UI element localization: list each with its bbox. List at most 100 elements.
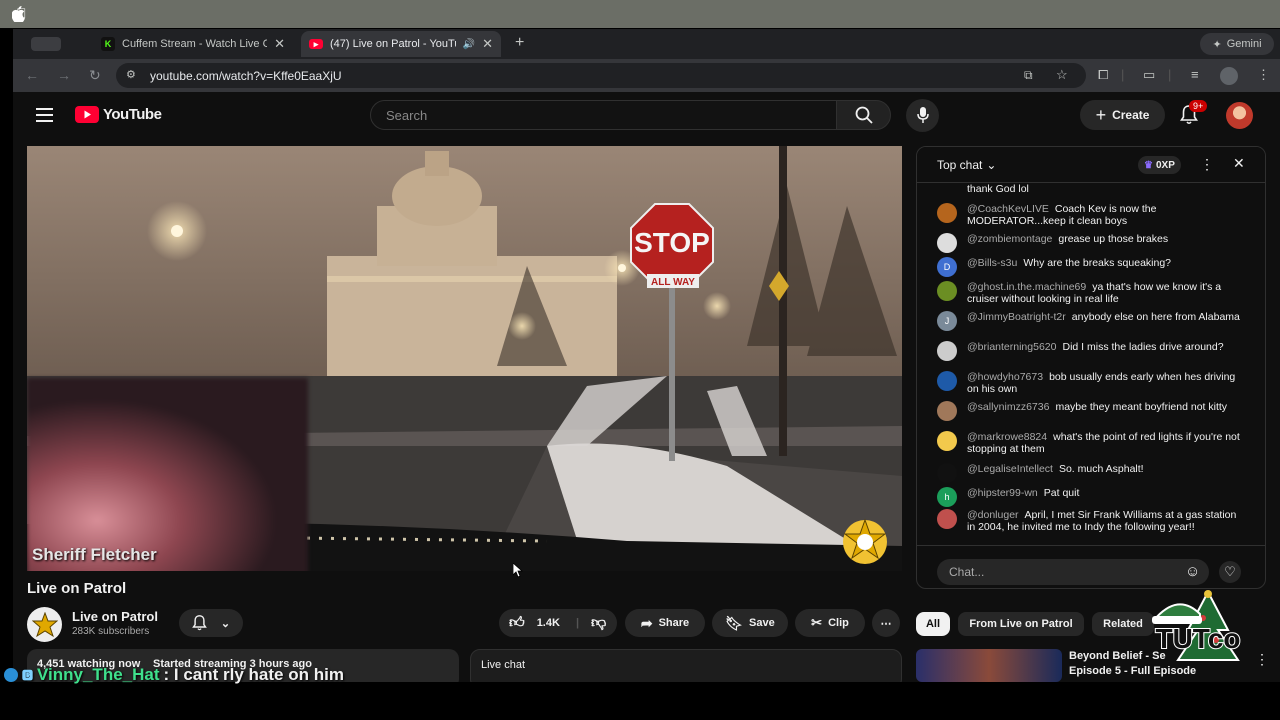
youtube-favicon-icon: ▸: [309, 39, 323, 49]
close-tab-icon[interactable]: ✕: [482, 36, 493, 52]
apple-logo-icon[interactable]: [12, 6, 26, 22]
chat-more-icon[interactable]: ⋮: [1200, 156, 1214, 173]
profile-avatar[interactable]: [1220, 67, 1238, 85]
user-avatar[interactable]: [937, 431, 957, 451]
chat-username[interactable]: @ghost.in.the.machine69: [967, 281, 1086, 293]
hamburger-menu-icon[interactable]: [36, 108, 53, 122]
recommended-video-subtitle[interactable]: Episode 5 - Full Episode: [1069, 665, 1196, 677]
voice-search-button[interactable]: [906, 99, 939, 132]
address-bar[interactable]: ⚙ youtube.com/watch?v=Kffe0EaaXjU ⧉ ☆: [116, 63, 1086, 88]
reading-list-icon[interactable]: ≡: [1191, 67, 1199, 82]
chat-header: Top chat ⌄ ♛ 0XP ⋮ ✕: [917, 147, 1265, 183]
user-avatar[interactable]: [937, 233, 957, 253]
close-chat-icon[interactable]: ✕: [1233, 155, 1245, 172]
user-avatar[interactable]: [937, 341, 957, 361]
crown-icon: ♛: [1144, 159, 1153, 171]
youtube-logo-text: YouTube: [103, 106, 162, 123]
chat-username[interactable]: @Bills-s3u: [967, 257, 1017, 269]
chat-username[interactable]: @LegaliseIntellect: [967, 463, 1053, 475]
notification-bell-button[interactable]: ⌄: [179, 609, 243, 637]
reload-icon[interactable]: ↻: [89, 67, 101, 84]
user-avatar[interactable]: [937, 401, 957, 421]
extensions-icon[interactable]: ⧠: [1098, 67, 1108, 83]
share-button[interactable]: ➦ Share: [625, 609, 705, 637]
user-avatar[interactable]: [937, 203, 957, 223]
emoji-icon[interactable]: ☺: [1185, 563, 1200, 580]
all-way-sign-text: ALL WAY: [651, 277, 695, 288]
chip-from-channel[interactable]: From Live on Patrol: [958, 612, 1084, 636]
search-input[interactable]: Search: [370, 100, 837, 130]
chip-all[interactable]: All: [916, 612, 950, 636]
account-avatar[interactable]: [1226, 102, 1253, 129]
search-button[interactable]: [836, 100, 891, 130]
video-more-icon[interactable]: ⋮: [1255, 651, 1269, 668]
chat-username[interactable]: @markrowe8824: [967, 431, 1047, 443]
tab-cuffem[interactable]: K Cuffem Stream - Watch Live Cuffem Stre…: [93, 31, 293, 57]
user-avatar[interactable]: J: [937, 311, 957, 331]
youtube-logo[interactable]: YouTube: [75, 106, 162, 123]
chat-input[interactable]: Chat... ☺: [937, 559, 1209, 585]
save-button[interactable]: 🔖︎ Save: [712, 609, 788, 637]
chat-message-text: Did I miss the ladies drive around?: [1062, 341, 1224, 353]
speaker-icon[interactable]: 🔊: [463, 39, 475, 50]
new-tab-button[interactable]: +: [515, 34, 524, 52]
top-chat-dropdown[interactable]: Top chat ⌄: [937, 158, 996, 172]
chat-username[interactable]: @howdyho7673: [967, 371, 1043, 383]
install-app-icon[interactable]: ⧉: [1024, 68, 1033, 83]
chat-username[interactable]: @brianterning5620: [967, 341, 1056, 353]
chat-username[interactable]: @JimmyBoatright-t2r: [967, 311, 1066, 323]
divider: |: [1121, 67, 1125, 82]
chat-message: thank God lol: [937, 183, 1247, 195]
user-avatar[interactable]: [937, 281, 957, 301]
recommended-video-thumbnail[interactable]: [916, 649, 1062, 682]
chat-message-text: So. much Asphalt!: [1058, 463, 1144, 475]
chat-message-text: maybe they meant boyfriend not kitty: [1055, 401, 1228, 413]
bookmark-star-icon[interactable]: ☆: [1056, 67, 1068, 83]
xp-badge[interactable]: ♛ 0XP: [1138, 156, 1181, 174]
tab-groups-icon[interactable]: [31, 37, 61, 51]
user-avatar[interactable]: [937, 371, 957, 391]
chat-username[interactable]: @donluger: [967, 509, 1019, 521]
url-text[interactable]: youtube.com/watch?v=Kffe0EaaXjU: [150, 69, 342, 83]
browser-window: K Cuffem Stream - Watch Live Cuffem Stre…: [13, 29, 1280, 682]
youtube-header: YouTube Search + Create 9+: [13, 92, 1280, 144]
create-button[interactable]: + Create: [1080, 100, 1165, 130]
close-tab-icon[interactable]: ✕: [274, 36, 285, 52]
divider: [917, 545, 1265, 546]
cast-icon[interactable]: ▭: [1143, 67, 1155, 83]
site-info-icon[interactable]: ⚙: [126, 68, 136, 81]
live-chat-replay-box[interactable]: Live chat: [470, 649, 902, 682]
os-menubar: : [0, 0, 1280, 28]
chat-username[interactable]: @CoachKevLIVE: [967, 203, 1049, 215]
scissors-icon: ✂: [811, 615, 823, 630]
chat-username[interactable]: @hipster99-wn: [967, 487, 1038, 499]
chat-mode-label: Top chat: [937, 158, 983, 172]
chat-message: @zombiemontage grease up those brakes: [937, 233, 1247, 253]
video-player[interactable]: STOP ALL WAY Sheriff Fletcher: [27, 146, 902, 571]
chat-username[interactable]: @zombiemontage: [967, 233, 1052, 245]
badge-icon: 🅱: [22, 670, 33, 682]
user-avatar[interactable]: D: [937, 257, 957, 277]
user-avatar[interactable]: h: [937, 487, 957, 507]
gemini-button[interactable]: ✦ Gemini: [1200, 33, 1274, 55]
user-avatar[interactable]: [937, 463, 957, 483]
heart-reaction-icon[interactable]: ♡: [1219, 561, 1241, 583]
more-actions-button[interactable]: ⋯: [872, 609, 900, 637]
like-icon[interactable]: 👍︎: [509, 614, 525, 632]
forward-icon[interactable]: →: [57, 67, 71, 83]
clip-button[interactable]: ✂ Clip: [795, 609, 865, 637]
tab-youtube[interactable]: ▸ (47) Live on Patrol - YouTube 🔊 ✕: [301, 31, 501, 57]
create-label: Create: [1112, 108, 1150, 122]
chat-username[interactable]: @sallynimzz6736: [967, 401, 1049, 413]
chat-message: D @Bills-s3u Why are the breaks squeaking…: [937, 257, 1247, 277]
notifications-button[interactable]: 9+: [1180, 100, 1208, 130]
browser-menu-icon[interactable]: ⋮: [1257, 67, 1270, 83]
channel-name[interactable]: Live on Patrol: [72, 609, 158, 624]
dislike-icon[interactable]: 👎︎: [591, 614, 606, 632]
user-avatar[interactable]: [937, 509, 957, 529]
chip-related[interactable]: Related: [1092, 612, 1154, 636]
back-icon[interactable]: ←: [25, 67, 39, 83]
channel-avatar[interactable]: [27, 607, 62, 642]
like-count[interactable]: 1.4K: [537, 617, 560, 629]
sheriff-star-icon: [31, 611, 58, 637]
